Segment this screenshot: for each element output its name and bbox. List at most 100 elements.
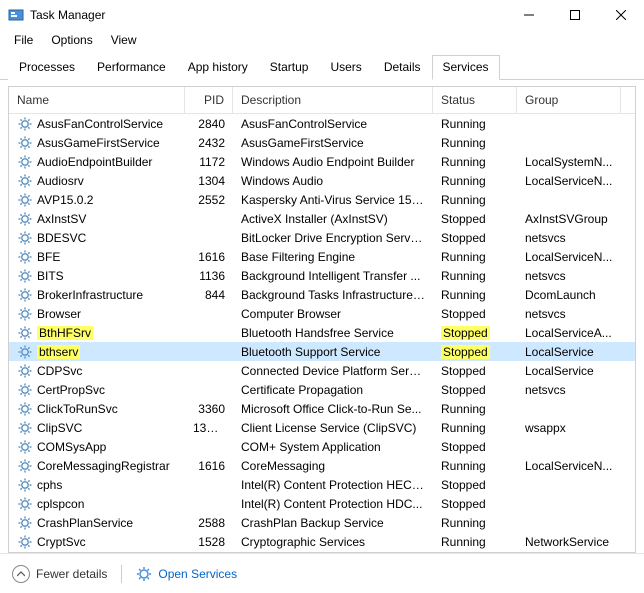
- gear-icon: [17, 192, 33, 208]
- service-status: Stopped: [433, 212, 517, 226]
- table-row[interactable]: BITS1136Background Intelligent Transfer …: [9, 266, 635, 285]
- table-row[interactable]: ClipSVC13764Client License Service (Clip…: [9, 418, 635, 437]
- gear-icon: [17, 135, 33, 151]
- service-description: Base Filtering Engine: [233, 250, 433, 264]
- service-group: LocalServiceN...: [517, 459, 621, 473]
- service-pid: 1616: [185, 250, 233, 264]
- service-name: Browser: [9, 306, 185, 322]
- close-button[interactable]: [598, 0, 644, 30]
- table-body[interactable]: AsusFanControlService2840AsusFanControlS…: [9, 114, 635, 552]
- table-row[interactable]: AxInstSVActiveX Installer (AxInstSV)Stop…: [9, 209, 635, 228]
- table-row[interactable]: CoreMessagingRegistrar1616CoreMessagingR…: [9, 456, 635, 475]
- service-description: BitLocker Drive Encryption Service: [233, 231, 433, 245]
- menu-file[interactable]: File: [6, 31, 41, 49]
- table-row[interactable]: BthHFSrvBluetooth Handsfree ServiceStopp…: [9, 323, 635, 342]
- service-description: Connected Device Platform Servi...: [233, 364, 433, 378]
- tab-startup[interactable]: Startup: [259, 55, 320, 80]
- service-pid: 1172: [185, 155, 233, 169]
- gear-icon: [17, 230, 33, 246]
- table-row[interactable]: BDESVC BitLocker Drive Encryption Service…: [9, 228, 635, 247]
- services-table: Name PID Description Status Group AsusFa…: [8, 86, 636, 553]
- window-title: Task Manager: [30, 8, 506, 22]
- gear-icon: [17, 363, 33, 379]
- tab-processes[interactable]: Processes: [8, 55, 86, 80]
- column-header-group[interactable]: Group: [517, 87, 621, 113]
- collapse-icon: [12, 565, 30, 583]
- service-group: LocalService: [517, 364, 621, 378]
- service-name: AVP15.0.2: [9, 192, 185, 208]
- table-row[interactable]: cplspconIntel(R) Content Protection HDC.…: [9, 494, 635, 513]
- titlebar: Task Manager: [0, 0, 644, 30]
- gear-icon: [17, 477, 33, 493]
- footer-separator: [121, 565, 122, 583]
- gear-icon: [17, 439, 33, 455]
- gear-icon: [17, 496, 33, 512]
- service-status: Running: [433, 136, 517, 150]
- service-group: wsappx: [517, 421, 621, 435]
- tab-users[interactable]: Users: [319, 55, 372, 80]
- service-description: Microsoft Office Click-to-Run Se...: [233, 402, 433, 416]
- table-row[interactable]: cphsIntel(R) Content Protection HECI...S…: [9, 475, 635, 494]
- service-pid: 844: [185, 288, 233, 302]
- service-name: BDESVC: [9, 230, 185, 246]
- service-status: Stopped: [433, 231, 517, 245]
- table-row[interactable]: AsusFanControlService2840AsusFanControlS…: [9, 114, 635, 133]
- tab-app-history[interactable]: App history: [177, 55, 259, 80]
- table-row[interactable]: AsusGameFirstService2432AsusGameFirstSer…: [9, 133, 635, 152]
- service-name: CrashPlanService: [9, 515, 185, 531]
- service-name: AudioEndpointBuilder: [9, 154, 185, 170]
- service-pid: 2552: [185, 193, 233, 207]
- gear-icon: [17, 249, 33, 265]
- service-description: COM+ System Application: [233, 440, 433, 454]
- service-name: CoreMessagingRegistrar: [9, 458, 185, 474]
- table-row[interactable]: BrowserComputer BrowserStoppednetsvcs: [9, 304, 635, 323]
- service-group: netsvcs: [517, 231, 621, 245]
- service-pid: 2588: [185, 516, 233, 530]
- tab-performance[interactable]: Performance: [86, 55, 177, 80]
- table-row[interactable]: AudioEndpointBuilder1172Windows Audio En…: [9, 152, 635, 171]
- service-status: Stopped: [433, 497, 517, 511]
- service-name: AsusGameFirstService: [9, 135, 185, 151]
- column-header-description[interactable]: Description: [233, 87, 433, 113]
- column-header-pid[interactable]: PID: [185, 87, 233, 113]
- table-row[interactable]: COMSysAppCOM+ System ApplicationStopped: [9, 437, 635, 456]
- table-row[interactable]: ClickToRunSvc3360Microsoft Office Click-…: [9, 399, 635, 418]
- fewer-details-button[interactable]: Fewer details: [12, 565, 107, 583]
- service-name: BthHFSrv: [9, 325, 185, 341]
- table-row[interactable]: bthservBluetooth Support ServiceStoppedL…: [9, 342, 635, 361]
- column-header-name[interactable]: Name: [9, 87, 185, 113]
- table-row[interactable]: CrashPlanService2588CrashPlan Backup Ser…: [9, 513, 635, 532]
- table-row[interactable]: AVP15.0.22552Kaspersky Anti-Virus Servic…: [9, 190, 635, 209]
- table-row[interactable]: BFE1616Base Filtering EngineRunningLocal…: [9, 247, 635, 266]
- service-description: Bluetooth Support Service: [233, 345, 433, 359]
- service-status: Running: [433, 174, 517, 188]
- service-group: NetworkService: [517, 535, 621, 549]
- service-name: CertPropSvc: [9, 382, 185, 398]
- open-services-label: Open Services: [158, 567, 237, 581]
- menu-view[interactable]: View: [103, 31, 145, 49]
- table-row[interactable]: BrokerInfrastructure844Background Tasks …: [9, 285, 635, 304]
- service-description: Computer Browser: [233, 307, 433, 321]
- service-description: CrashPlan Backup Service: [233, 516, 433, 530]
- menu-options[interactable]: Options: [43, 31, 100, 49]
- service-description: ActiveX Installer (AxInstSV): [233, 212, 433, 226]
- table-row[interactable]: CDPSvc Connected Device Platform Servi...…: [9, 361, 635, 380]
- service-description: Background Intelligent Transfer ...: [233, 269, 433, 283]
- table-header: Name PID Description Status Group: [9, 87, 635, 114]
- open-services-link[interactable]: Open Services: [136, 566, 237, 582]
- tab-details[interactable]: Details: [373, 55, 432, 80]
- column-header-status[interactable]: Status: [433, 87, 517, 113]
- service-status: Running: [433, 421, 517, 435]
- minimize-button[interactable]: [506, 0, 552, 30]
- tab-services[interactable]: Services: [432, 55, 500, 80]
- service-name: CryptSvc: [9, 534, 185, 550]
- maximize-button[interactable]: [552, 0, 598, 30]
- table-row[interactable]: CertPropSvcCertificate PropagationStoppe…: [9, 380, 635, 399]
- footer: Fewer details Open Services: [0, 553, 644, 593]
- table-row[interactable]: CryptSvc1528Cryptographic ServicesRunnin…: [9, 532, 635, 551]
- service-pid: 1136: [185, 269, 233, 283]
- table-row[interactable]: Audiosrv1304Windows AudioRunningLocalSer…: [9, 171, 635, 190]
- service-description: Intel(R) Content Protection HDC...: [233, 497, 433, 511]
- service-status: Running: [433, 535, 517, 549]
- service-name: CDPSvc: [9, 363, 185, 379]
